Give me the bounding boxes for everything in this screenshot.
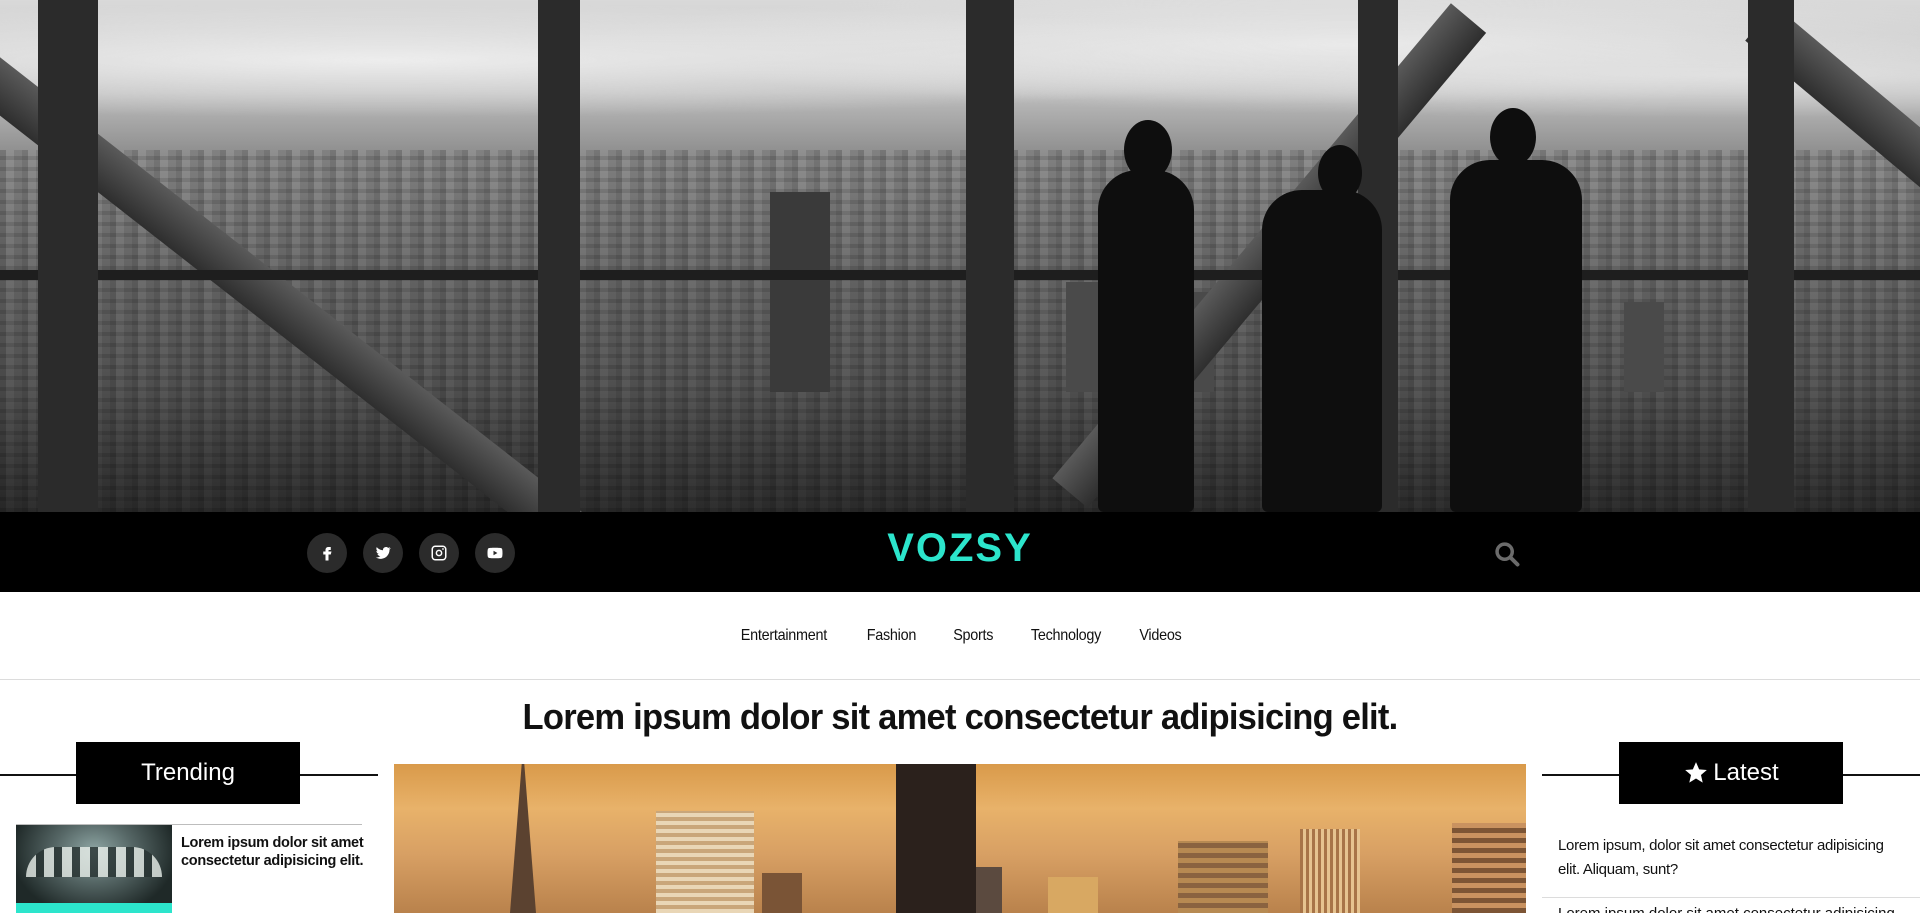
skyline-building [896,764,976,913]
latest-divider [1542,897,1920,898]
skyline-building [510,764,536,913]
feature-image[interactable] [394,764,1526,913]
hero-person-head [1490,108,1536,166]
hero-mullion [966,0,1014,512]
latest-header: Latest [1619,742,1843,804]
hero-tower [770,192,830,392]
hero-tower [1624,302,1664,392]
header-bar: VOZSY [0,512,1920,592]
search-icon[interactable] [1493,540,1521,568]
skyline-building [762,873,802,913]
skyline-building [1300,829,1360,913]
nav-item-technology[interactable]: Technology [1031,627,1101,645]
hero-mullion [538,0,580,512]
hero-person [1450,160,1582,512]
hero-image [0,0,1920,512]
hero-person [1098,170,1194,512]
skyline-building [976,867,1002,913]
nav-item-videos[interactable]: Videos [1139,627,1181,645]
hero-mullion [38,0,98,512]
trending-header: Trending [76,742,300,804]
main-nav: Entertainment Fashion Sports Technology … [0,592,1920,680]
thumbnail-accent-bar [16,903,172,913]
star-icon [1685,762,1708,783]
trending-thumbnail[interactable] [16,825,172,913]
hero-mullion [1748,0,1794,512]
site-logo[interactable]: VOZSY [0,526,1920,571]
skyline-building [1452,823,1526,913]
nav-item-sports[interactable]: Sports [953,627,993,645]
hero-person [1262,190,1382,512]
hero-rail [0,270,1920,280]
latest-title: Latest [1713,759,1779,786]
page-headline[interactable]: Lorem ipsum dolor sit amet consectetur a… [38,696,1881,738]
thumbnail-arches [26,847,162,877]
skyline-building [656,811,754,913]
trending-title: Trending [141,759,235,786]
skyline-building [1048,877,1098,913]
hero-sky [0,0,1920,150]
latest-item-title[interactable]: Lorem ipsum dolor sit amet consectetur a… [1558,902,1898,913]
nav-item-fashion[interactable]: Fashion [867,627,917,645]
trending-item-title[interactable]: Lorem ipsum dolor sit amet consectetur a… [181,834,371,870]
nav-item-entertainment[interactable]: Entertainment [741,627,827,645]
skyline-building [1178,841,1268,913]
latest-item-title[interactable]: Lorem ipsum, dolor sit amet consectetur … [1558,834,1898,882]
